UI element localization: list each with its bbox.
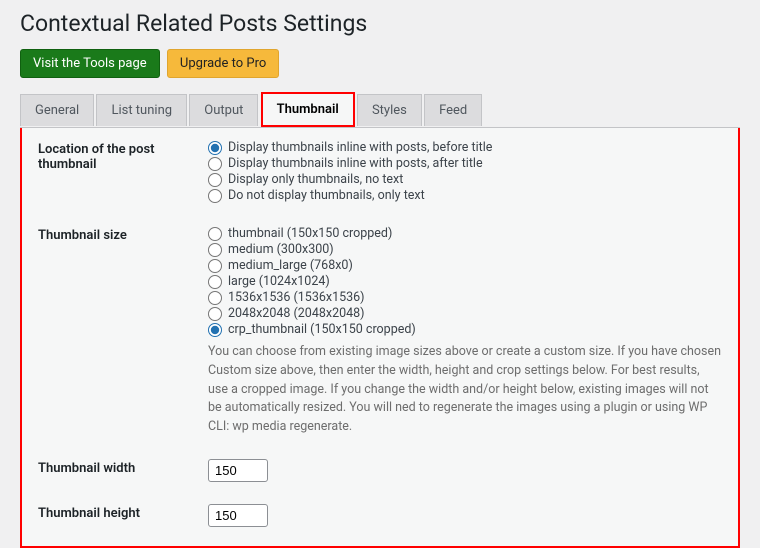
tab-output[interactable]: Output <box>189 94 258 126</box>
radio-size-medium-large-label: medium_large (768x0) <box>228 258 353 273</box>
size-1536[interactable]: 1536x1536 (1536x1536) <box>208 290 722 305</box>
radio-only-thumb-label: Display only thumbnails, no text <box>228 172 403 187</box>
radio-size-large-label: large (1024x1024) <box>228 274 330 289</box>
location-opt-only-text[interactable]: Do not display thumbnails, only text <box>208 188 722 203</box>
radio-only-text[interactable] <box>208 189 222 203</box>
size-large[interactable]: large (1024x1024) <box>208 274 722 289</box>
thumbsize-help: You can choose from existing image sizes… <box>208 343 722 437</box>
radio-size-thumbnail-label: thumbnail (150x150 cropped) <box>228 226 392 241</box>
radio-size-medium-large[interactable] <box>208 259 222 273</box>
thumbsize-label: Thumbnail size <box>38 226 208 243</box>
tab-list-tuning[interactable]: List tuning <box>96 94 187 126</box>
radio-after-title[interactable] <box>208 157 222 171</box>
width-label: Thumbnail width <box>38 459 208 476</box>
tools-page-button[interactable]: Visit the Tools page <box>20 49 160 78</box>
size-medium-large[interactable]: medium_large (768x0) <box>208 258 722 273</box>
radio-size-2048-label: 2048x2048 (2048x2048) <box>228 306 365 321</box>
tab-styles[interactable]: Styles <box>357 94 422 126</box>
radio-size-medium[interactable] <box>208 243 222 257</box>
tab-thumbnail[interactable]: Thumbnail <box>261 92 355 127</box>
thumbsize-options: thumbnail (150x150 cropped) medium (300x… <box>208 226 722 437</box>
radio-only-thumb[interactable] <box>208 173 222 187</box>
action-buttons: Visit the Tools page Upgrade to Pro <box>20 49 740 78</box>
radio-size-1536[interactable] <box>208 291 222 305</box>
height-input[interactable] <box>208 504 268 527</box>
radio-size-medium-label: medium (300x300) <box>228 242 334 257</box>
upgrade-pro-button[interactable]: Upgrade to Pro <box>167 49 279 78</box>
radio-only-text-label: Do not display thumbnails, only text <box>228 188 425 203</box>
size-medium[interactable]: medium (300x300) <box>208 242 722 257</box>
size-crp[interactable]: crp_thumbnail (150x150 cropped) <box>208 322 722 337</box>
radio-size-crp[interactable] <box>208 323 222 337</box>
tab-feed[interactable]: Feed <box>424 94 482 126</box>
size-thumbnail[interactable]: thumbnail (150x150 cropped) <box>208 226 722 241</box>
tab-general[interactable]: General <box>20 94 94 126</box>
radio-size-1536-label: 1536x1536 (1536x1536) <box>228 290 365 305</box>
settings-tabs: General List tuning Output Thumbnail Sty… <box>20 92 740 128</box>
radio-size-crp-label: crp_thumbnail (150x150 cropped) <box>228 322 416 337</box>
radio-before-title-label: Display thumbnails inline with posts, be… <box>228 140 492 155</box>
location-label: Location of the post thumbnail <box>38 140 208 172</box>
radio-after-title-label: Display thumbnails inline with posts, af… <box>228 156 483 171</box>
page-title: Contextual Related Posts Settings <box>20 10 740 37</box>
width-input[interactable] <box>208 459 268 482</box>
location-options: Display thumbnails inline with posts, be… <box>208 140 722 204</box>
size-2048[interactable]: 2048x2048 (2048x2048) <box>208 306 722 321</box>
radio-size-thumbnail[interactable] <box>208 227 222 241</box>
location-opt-after-title[interactable]: Display thumbnails inline with posts, af… <box>208 156 722 171</box>
radio-size-2048[interactable] <box>208 307 222 321</box>
radio-before-title[interactable] <box>208 141 222 155</box>
height-label: Thumbnail height <box>38 504 208 521</box>
location-opt-before-title[interactable]: Display thumbnails inline with posts, be… <box>208 140 722 155</box>
radio-size-large[interactable] <box>208 275 222 289</box>
thumbnail-panel: Location of the post thumbnail Display t… <box>20 128 740 548</box>
location-opt-only-thumb[interactable]: Display only thumbnails, no text <box>208 172 722 187</box>
